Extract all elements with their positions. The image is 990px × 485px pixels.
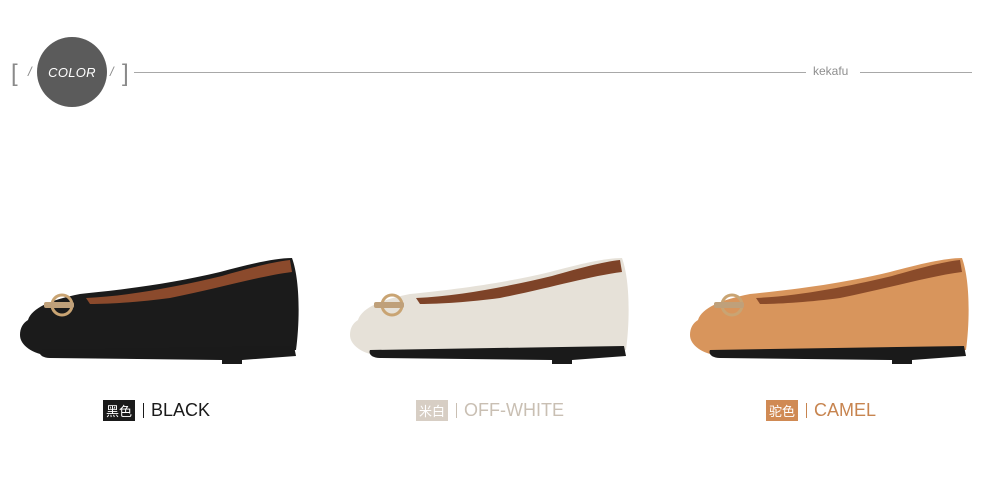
caption-divider (456, 403, 458, 418)
color-name-black: BLACK (151, 400, 211, 420)
color-label: COLOR (48, 64, 96, 80)
left-bracket: [ (11, 60, 18, 87)
header-rule-end (860, 72, 972, 73)
header-rule (134, 72, 806, 73)
caption-divider (143, 403, 145, 418)
slash-left: / (28, 64, 32, 79)
caption-divider (806, 403, 808, 418)
caption-off-white: 米白 OFF-WHITE (416, 400, 564, 421)
section-header: [ / COLOR / ] kekafu (0, 0, 990, 140)
color-tag-black: 黑色 (103, 400, 136, 421)
color-tag-camel: 驼色 (766, 400, 799, 421)
color-badge: COLOR (37, 37, 107, 107)
shoe-image-black (20, 258, 299, 364)
color-name-camel: CAMEL (814, 400, 877, 420)
shoe-image-camel (690, 258, 969, 364)
slash-right: / (110, 64, 114, 79)
right-bracket: ] (122, 60, 129, 87)
caption-camel: 驼色 CAMEL (766, 400, 876, 421)
brand-name: kekafu (813, 64, 849, 78)
shoe-image-off-white (350, 258, 629, 364)
color-name-off-white: OFF-WHITE (464, 400, 564, 420)
color-tag-off-white: 米白 (416, 400, 449, 421)
caption-black: 黑色 BLACK (103, 400, 210, 421)
